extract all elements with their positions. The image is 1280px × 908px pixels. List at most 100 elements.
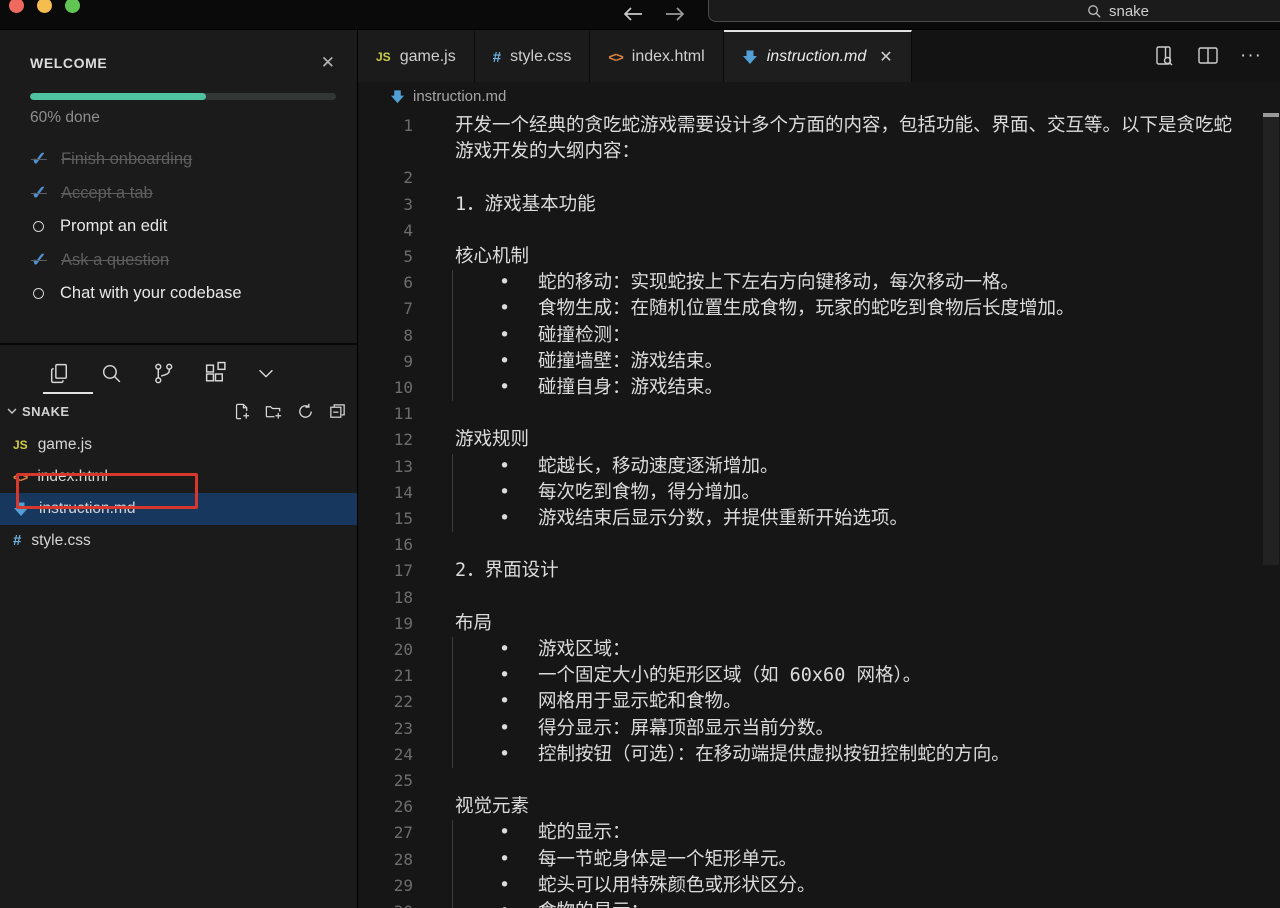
tab-game.js[interactable]: JS game.js [358, 30, 475, 82]
welcome-panel: WELCOME ✕ 60% done ✓Finish onboarding✓Ac… [0, 30, 357, 325]
file-row-instruction.md[interactable]: instruction.md [0, 493, 357, 525]
tab-bar: JS game.js # style.css <>index.htmlinstructi… [358, 30, 1280, 82]
bullet-line-text: •蛇越长，移动速度逐渐增加。 [455, 454, 779, 480]
code-line: 24•控制按钮（可选）：在移动端提供虚拟按钮控制蛇的方向。 [358, 742, 1280, 768]
tab-index.html[interactable]: <>index.html [590, 30, 723, 82]
tab-label: style.css [510, 48, 571, 66]
bullet-dot: • [499, 637, 510, 663]
checklist-item[interactable]: Prompt an edit [30, 210, 335, 244]
onboarding-progress-bar [30, 93, 336, 100]
code-line: 30•食物的显示： [358, 899, 1280, 908]
file-row-game.js[interactable]: JS game.js [0, 429, 357, 461]
bullet-text: 蛇的移动：实现蛇按上下左右方向键移动，每次移动一格。 [538, 272, 1019, 293]
code-line: 31．游戏基本功能 [358, 192, 1280, 218]
section-chevron-icon [4, 403, 20, 419]
bullet-dot: • [499, 873, 510, 899]
bullet-text: 碰撞自身：游戏结束。 [538, 377, 723, 398]
css-file-icon: # [493, 49, 501, 66]
bullet-line-text: •蛇的移动：实现蛇按上下左右方向键移动，每次移动一格。 [455, 270, 1019, 296]
code-line: 14•每次吃到食物，得分增加。 [358, 480, 1280, 506]
markdown-file-icon [390, 89, 405, 104]
scrollbar-thumb[interactable] [1263, 113, 1279, 565]
close-tab-icon[interactable]: ✕ [879, 47, 892, 67]
js-file-icon: JS [13, 438, 28, 452]
line-text: 1．游戏基本功能 [455, 192, 596, 218]
open-preview-icon[interactable] [1152, 44, 1176, 68]
command-center[interactable]: snake [708, 0, 1280, 22]
file-row-style.css[interactable]: #style.css [0, 525, 357, 557]
close-window-button[interactable] [9, 0, 24, 13]
code-line: 19 布局 [358, 611, 1280, 637]
circle-icon [33, 221, 44, 232]
bullet-dot: • [499, 296, 510, 322]
bullet-dot: • [499, 375, 510, 401]
check-icon: ✓ [30, 182, 48, 205]
circle-icon [33, 288, 44, 299]
minimize-window-button[interactable] [37, 0, 52, 13]
new-folder-icon[interactable] [264, 402, 283, 421]
html-file-icon: <> [608, 49, 622, 65]
source-control-icon[interactable] [151, 361, 176, 386]
new-file-icon[interactable] [232, 402, 251, 421]
js-file-icon: JS [376, 50, 391, 64]
line-number: 19 [358, 611, 413, 637]
checklist-item[interactable]: Chat with your codebase [30, 277, 335, 311]
refresh-icon[interactable] [296, 402, 315, 421]
extensions-icon[interactable] [203, 361, 228, 386]
checklist-item[interactable]: ✓Accept a tab [30, 177, 335, 211]
line-number: 23 [358, 716, 413, 742]
more-actions-icon[interactable]: ··· [1240, 45, 1262, 67]
bullet-dot: • [499, 899, 510, 908]
tab-style.css[interactable]: # style.css [475, 30, 591, 82]
bullet-dot: • [499, 689, 510, 715]
forward-icon[interactable] [662, 2, 688, 26]
file-name: game.js [38, 436, 92, 454]
explorer-section-header[interactable]: SNAKE [0, 398, 357, 427]
code-line: 5核心机制 [358, 244, 1280, 270]
checklist-item-label: Finish onboarding [61, 150, 192, 169]
code-line: 27•蛇的显示： [358, 820, 1280, 846]
html-file-icon: <> [13, 469, 27, 485]
code-line: 2 [358, 165, 1280, 191]
code-editor[interactable]: 1开发一个经典的贪吃蛇游戏需要设计多个方面的内容，包括功能、界面、交互等。以下是… [358, 110, 1280, 908]
search-icon [1087, 4, 1102, 19]
bullet-dot: • [499, 454, 510, 480]
line-number: 4 [358, 218, 413, 244]
bullet-dot: • [499, 349, 510, 375]
chevron-down-icon[interactable] [255, 362, 277, 384]
code-line: 7•食物生成：在随机位置生成食物，玩家的蛇吃到食物后长度增加。 [358, 296, 1280, 322]
files-icon[interactable] [47, 361, 72, 386]
checklist-item[interactable]: ✓Ask a question [30, 244, 335, 278]
line-text: 布局 [455, 611, 492, 637]
checklist-item[interactable]: ✓Finish onboarding [30, 143, 335, 177]
line-number: 8 [358, 323, 413, 349]
code-line: 4 [358, 218, 1280, 244]
back-icon[interactable] [620, 2, 646, 26]
bullet-text: 蛇头可以用特殊颜色或形状区分。 [538, 875, 816, 896]
line-number: 18 [358, 585, 413, 611]
tab-label: game.js [400, 48, 456, 66]
zoom-window-button[interactable] [65, 0, 80, 13]
bullet-text: 每一节蛇身体是一个矩形单元。 [538, 849, 797, 870]
close-icon[interactable]: ✕ [321, 54, 335, 71]
code-line: 28•每一节蛇身体是一个矩形单元。 [358, 847, 1280, 873]
search-icon[interactable] [99, 361, 124, 386]
split-editor-icon[interactable] [1196, 44, 1220, 68]
tab-instruction.md[interactable]: instruction.md✕ [724, 30, 912, 82]
onboarding-checklist: ✓Finish onboarding✓Accept a tabPrompt an… [30, 143, 335, 311]
file-row-index.html[interactable]: <>index.html [0, 461, 357, 493]
line-text: 2．界面设计 [455, 558, 559, 584]
collapse-all-icon[interactable] [328, 402, 347, 421]
code-line: 23•得分显示：屏幕顶部显示当前分数。 [358, 716, 1280, 742]
editor-scrollbar[interactable] [1262, 113, 1280, 908]
line-number: 1 [358, 113, 413, 139]
line-number: 11 [358, 401, 413, 427]
bullet-text: 碰撞检测： [538, 325, 631, 346]
line-number: 10 [358, 375, 413, 401]
line-number: 7 [358, 296, 413, 322]
onboarding-progress-fill [30, 93, 206, 100]
code-line: 18 [358, 585, 1280, 611]
line-number: 14 [358, 480, 413, 506]
markdown-file-icon [742, 49, 758, 65]
breadcrumb[interactable]: instruction.md [358, 82, 1280, 110]
